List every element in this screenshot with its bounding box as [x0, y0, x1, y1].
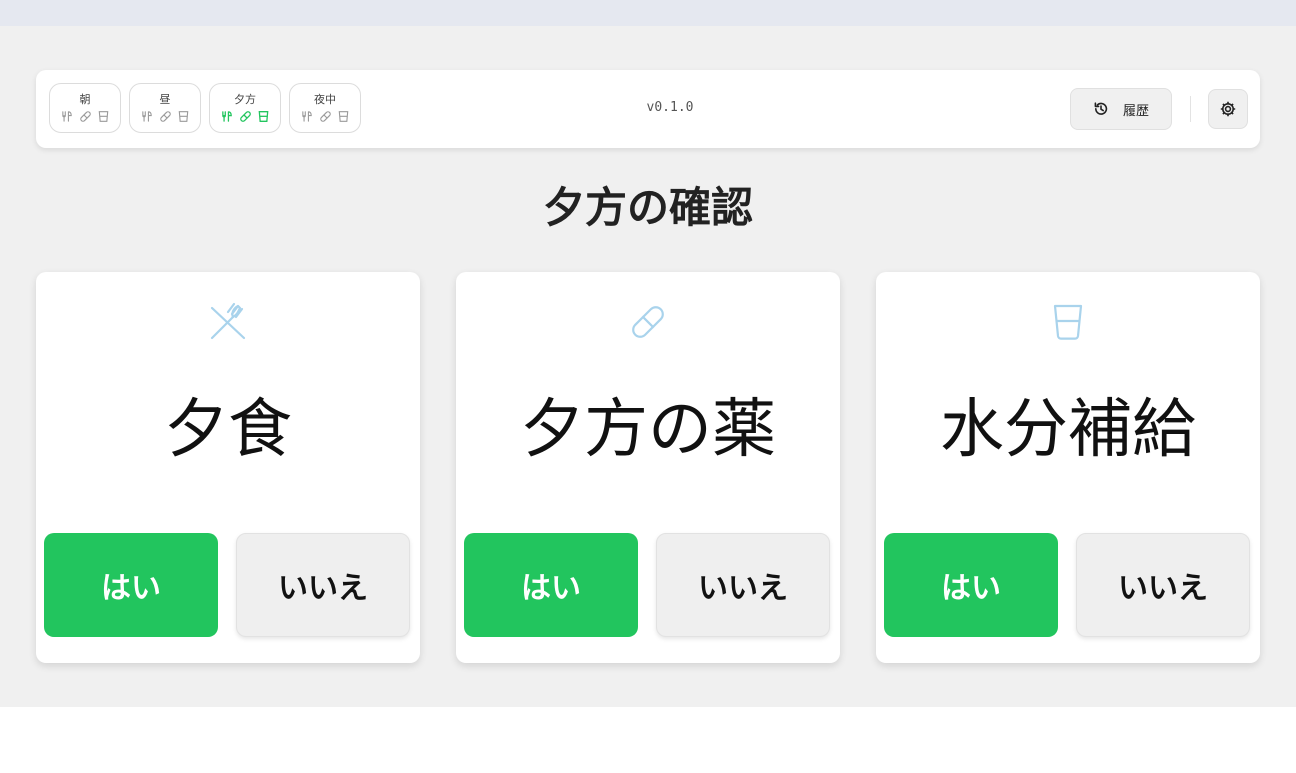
history-button[interactable]: 履歴: [1070, 88, 1172, 130]
period-morning[interactable]: 朝: [49, 83, 121, 133]
yes-button[interactable]: はい: [44, 533, 218, 637]
meal-icon: [61, 111, 72, 122]
cup-icon: [258, 111, 268, 122]
app-container: 朝 昼 夕方 夜中 v0.1.0 履歴 夕方の確認 夕食 はい いいえ 夕方の薬…: [0, 26, 1296, 707]
cup-icon: [178, 111, 188, 122]
pill-icon: [239, 111, 251, 122]
pill-icon: [79, 111, 91, 122]
meal-icon: [221, 111, 232, 122]
gear-icon: [1220, 101, 1236, 117]
history-label: 履歴: [1122, 103, 1149, 119]
top-strip: [0, 0, 1296, 26]
history-icon: [1094, 102, 1108, 115]
no-button[interactable]: いいえ: [236, 533, 410, 637]
yes-button[interactable]: はい: [884, 533, 1058, 637]
card-title: 夕方の薬: [520, 393, 776, 467]
page-title: 夕方の確認: [542, 183, 753, 232]
cup-icon: [1053, 304, 1083, 340]
period-label: 昼: [159, 93, 171, 106]
no-button[interactable]: いいえ: [1076, 533, 1250, 637]
period-noon[interactable]: 昼: [129, 83, 201, 133]
period-selector: 朝 昼 夕方 夜中: [49, 83, 361, 133]
fork-knife-icon: [210, 302, 246, 340]
yes-button[interactable]: はい: [464, 533, 638, 637]
hydration-card: 水分補給 はい いいえ: [876, 272, 1260, 663]
period-evening[interactable]: 夕方: [209, 83, 281, 133]
dinner-card: 夕食 はい いいえ: [36, 272, 420, 663]
version-label: v0.1.0: [646, 100, 694, 115]
period-label: 夕方: [234, 93, 256, 106]
settings-button[interactable]: [1208, 89, 1248, 129]
period-label: 夜中: [314, 93, 336, 106]
no-button[interactable]: いいえ: [656, 533, 830, 637]
pill-icon: [632, 306, 664, 338]
period-night[interactable]: 夜中: [289, 83, 361, 133]
meal-icon: [141, 111, 152, 122]
card-title: 夕食: [164, 393, 292, 467]
pill-icon: [319, 111, 331, 122]
header-divider: [1190, 96, 1191, 122]
header-bar: 朝 昼 夕方 夜中 v0.1.0 履歴: [36, 70, 1260, 148]
cup-icon: [338, 111, 348, 122]
medicine-card: 夕方の薬 はい いいえ: [456, 272, 840, 663]
period-label: 朝: [79, 93, 91, 106]
pill-icon: [159, 111, 171, 122]
meal-icon: [301, 111, 312, 122]
cup-icon: [98, 111, 108, 122]
card-title: 水分補給: [940, 393, 1196, 467]
